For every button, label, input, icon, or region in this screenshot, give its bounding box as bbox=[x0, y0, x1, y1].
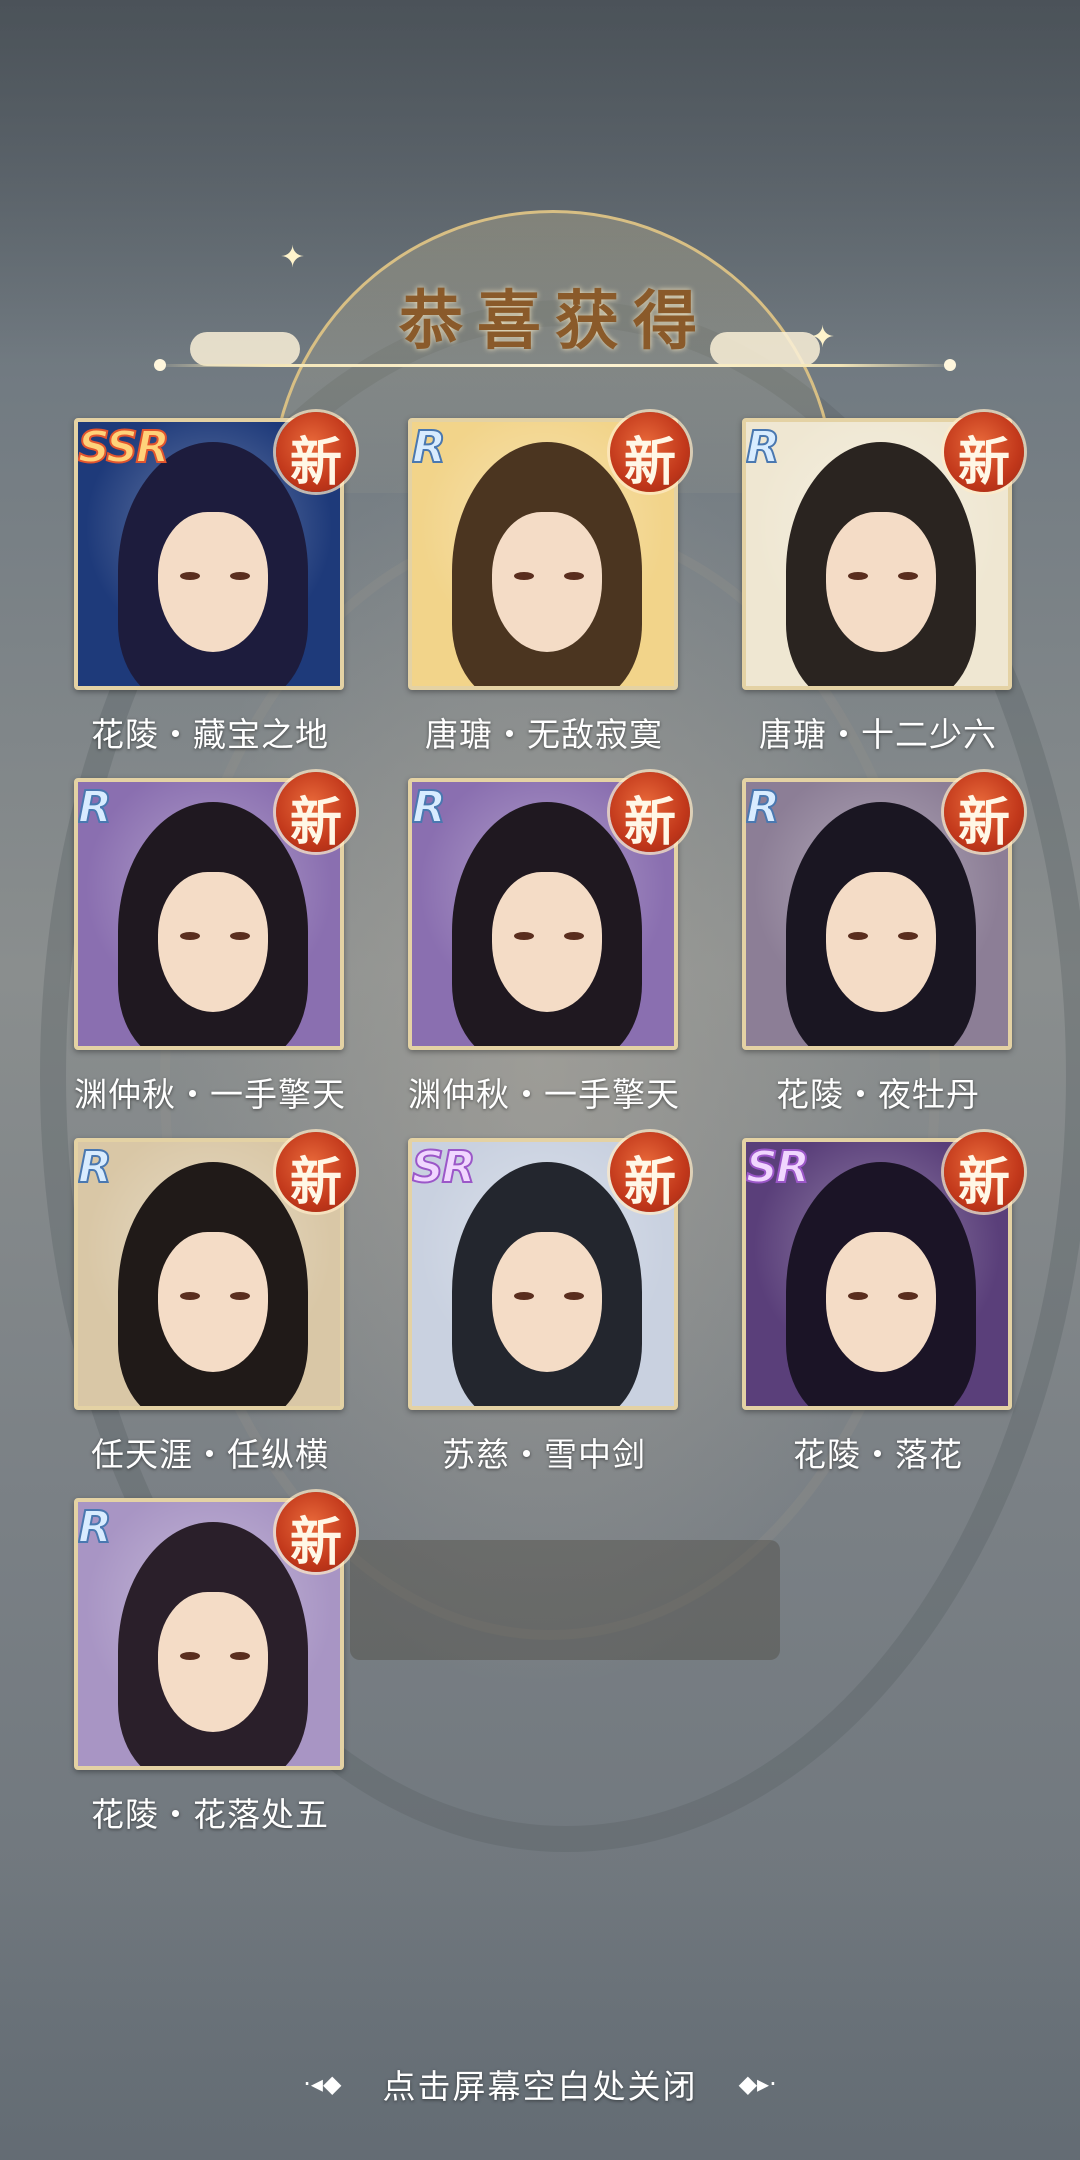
character-name: 花陵・藏宝之地 bbox=[91, 715, 329, 754]
rarity-badge: SR bbox=[412, 1142, 477, 1194]
new-badge-label: 新 bbox=[289, 1512, 342, 1573]
portrait-eye bbox=[898, 572, 918, 580]
new-badge-label: 新 bbox=[289, 432, 342, 493]
portrait-eye bbox=[230, 1292, 250, 1300]
character-name: 渊仲秋・一手擎天 bbox=[74, 1075, 346, 1114]
portrait-face bbox=[492, 872, 602, 1012]
close-hint-bar[interactable]: ·◂◆ 点击屏幕空白处关闭 ◆▸· bbox=[0, 2060, 1080, 2110]
portrait-eye bbox=[898, 1292, 918, 1300]
portrait-eye bbox=[848, 1292, 868, 1300]
portrait-face bbox=[826, 1232, 936, 1372]
portrait-face bbox=[158, 1592, 268, 1732]
new-badge: 新 bbox=[944, 772, 1024, 853]
rarity-badge: R bbox=[746, 422, 781, 474]
new-badge: 新 bbox=[610, 412, 690, 493]
new-badge: 新 bbox=[610, 1132, 690, 1213]
portrait-eye bbox=[564, 1292, 584, 1300]
portrait-eye bbox=[848, 932, 868, 940]
character-name: 花陵・夜牡丹 bbox=[776, 1075, 980, 1114]
character-name: 苏慈・雪中剑 bbox=[442, 1435, 646, 1474]
background-floor bbox=[0, 1860, 1080, 2160]
portrait-eye bbox=[180, 1652, 200, 1660]
portrait-face bbox=[492, 1232, 602, 1372]
new-badge: 新 bbox=[944, 412, 1024, 493]
rarity-badge: R bbox=[78, 1142, 113, 1194]
portrait-eye bbox=[180, 932, 200, 940]
new-badge-label: 新 bbox=[289, 1152, 342, 1213]
portrait-face bbox=[158, 872, 268, 1012]
character-name: 渊仲秋・一手擎天 bbox=[408, 1075, 680, 1114]
character-card[interactable]: R 新渊仲秋・一手擎天 bbox=[60, 772, 356, 1138]
new-badge: 新 bbox=[276, 412, 356, 493]
new-badge-label: 新 bbox=[623, 432, 676, 493]
portrait-eye bbox=[514, 932, 534, 940]
rarity-badge: R bbox=[746, 782, 781, 834]
character-card[interactable]: R 新任天涯・任纵横 bbox=[60, 1132, 356, 1498]
portrait-eye bbox=[564, 572, 584, 580]
new-badge: 新 bbox=[276, 1132, 356, 1213]
rarity-badge: SSR bbox=[78, 422, 171, 474]
portrait-eye bbox=[564, 932, 584, 940]
divider-dot-right bbox=[944, 359, 956, 371]
background-table bbox=[350, 1540, 780, 1660]
character-name: 唐瑭・十二少六 bbox=[759, 715, 997, 754]
rarity-badge: SR bbox=[746, 1142, 811, 1194]
new-badge-label: 新 bbox=[957, 432, 1010, 493]
new-badge-label: 新 bbox=[957, 1152, 1010, 1213]
new-badge: 新 bbox=[944, 1132, 1024, 1213]
rarity-badge: R bbox=[78, 1502, 113, 1554]
close-hint-text[interactable]: 点击屏幕空白处关闭 bbox=[383, 2060, 698, 2108]
character-card[interactable]: R 新唐瑭・十二少六 bbox=[728, 412, 1024, 778]
portrait-eye bbox=[180, 1292, 200, 1300]
new-badge: 新 bbox=[610, 772, 690, 853]
character-card[interactable]: R 新渊仲秋・一手擎天 bbox=[394, 772, 690, 1138]
character-name: 唐瑭・无敌寂寞 bbox=[425, 715, 663, 754]
portrait-eye bbox=[514, 572, 534, 580]
portrait-eye bbox=[230, 932, 250, 940]
hint-right-decoration: ◆▸· bbox=[738, 2070, 777, 2098]
page-title: 恭喜获得 bbox=[399, 284, 711, 359]
portrait-eye bbox=[898, 932, 918, 940]
new-badge-label: 新 bbox=[957, 792, 1010, 853]
rarity-badge: R bbox=[78, 782, 113, 834]
new-badge-label: 新 bbox=[289, 792, 342, 853]
rarity-badge: R bbox=[412, 782, 447, 834]
new-badge: 新 bbox=[276, 1492, 356, 1573]
portrait-eye bbox=[230, 572, 250, 580]
header-divider bbox=[150, 364, 960, 367]
portrait-face bbox=[492, 512, 602, 652]
portrait-eye bbox=[180, 572, 200, 580]
divider-dot-left bbox=[154, 359, 166, 371]
reward-header: ✦ ✦ 恭喜获得 bbox=[150, 210, 960, 493]
character-card[interactable]: SSR 新花陵・藏宝之地 bbox=[60, 412, 356, 778]
portrait-face bbox=[826, 872, 936, 1012]
portrait-face bbox=[158, 512, 268, 652]
new-badge-label: 新 bbox=[623, 792, 676, 853]
character-card[interactable]: R 新唐瑭・无敌寂寞 bbox=[394, 412, 690, 778]
hint-left-decoration: ·◂◆ bbox=[303, 2070, 342, 2098]
character-name: 花陵・花落处五 bbox=[91, 1795, 329, 1834]
portrait-face bbox=[158, 1232, 268, 1372]
portrait-eye bbox=[514, 1292, 534, 1300]
new-badge: 新 bbox=[276, 772, 356, 853]
character-card[interactable]: R 新花陵・花落处五 bbox=[60, 1492, 356, 1858]
rarity-badge: R bbox=[412, 422, 447, 474]
portrait-eye bbox=[230, 1652, 250, 1660]
character-card[interactable]: SR 新花陵・落花 bbox=[728, 1132, 1024, 1498]
character-name: 花陵・落花 bbox=[793, 1435, 963, 1474]
character-card[interactable]: R 新花陵・夜牡丹 bbox=[728, 772, 1024, 1138]
character-card[interactable]: SR 新苏慈・雪中剑 bbox=[394, 1132, 690, 1498]
new-badge-label: 新 bbox=[623, 1152, 676, 1213]
portrait-face bbox=[826, 512, 936, 652]
portrait-eye bbox=[848, 572, 868, 580]
character-name: 任天涯・任纵横 bbox=[91, 1435, 329, 1474]
